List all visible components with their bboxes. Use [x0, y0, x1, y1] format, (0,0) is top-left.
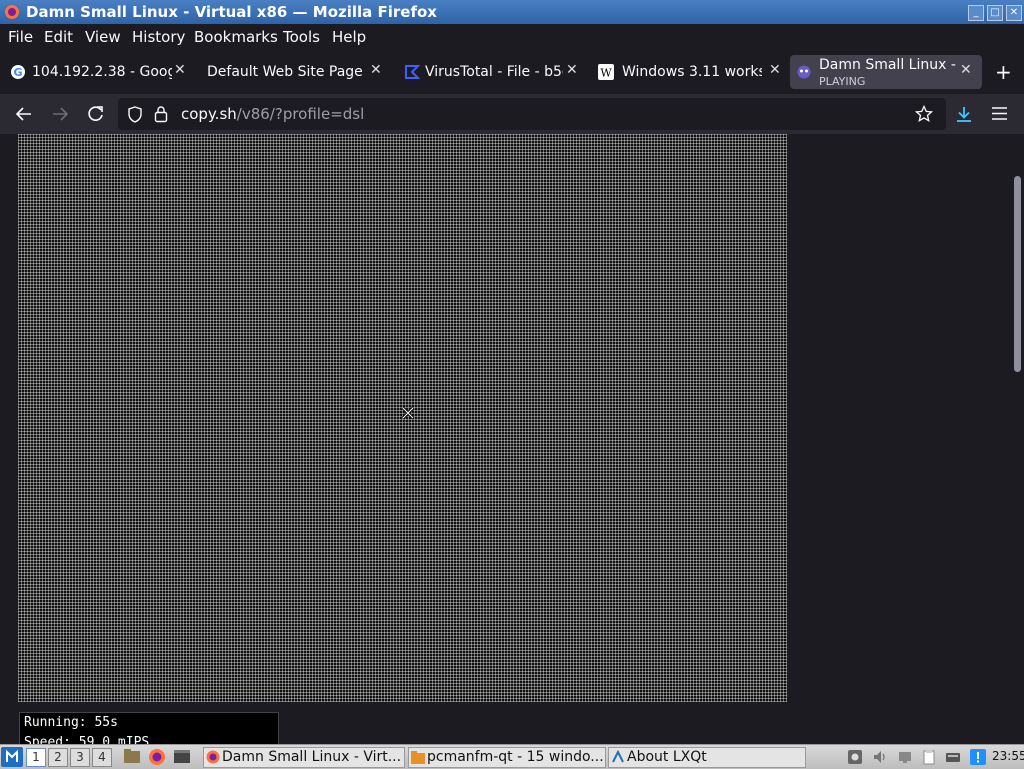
task-label: About LXQt — [627, 749, 707, 765]
mouse-cursor-icon — [402, 407, 414, 419]
virustotal-icon — [405, 65, 420, 79]
tab-damn-small-linux[interactable]: Damn Small Linux - V PLAYING ✕ — [790, 55, 982, 89]
minimize-button[interactable]: _ — [968, 5, 984, 21]
wikipedia-icon: W — [598, 64, 614, 80]
window-titlebar: Damn Small Linux - Virtual x86 — Mozilla… — [0, 0, 1024, 24]
url-path: /v86/?profile=dsl — [236, 105, 365, 123]
bookmark-star-icon[interactable] — [915, 105, 933, 123]
page-content: Running: 55s Speed: 59.0 mIPS — [0, 134, 1024, 754]
task-pcmanfm[interactable]: pcmanfm-qt - 15 windo... — [408, 747, 606, 768]
firefox-icon — [206, 750, 220, 764]
firefox-launcher-icon[interactable] — [148, 748, 166, 766]
task-about-lxqt[interactable]: About LXQt — [608, 747, 806, 768]
tab-virustotal[interactable]: VirusTotal - File - b5e ✕ — [398, 55, 584, 89]
close-tab-icon[interactable]: ✕ — [566, 62, 578, 78]
taskbar: 1 2 3 4 Damn Small Linux - Virt... pcman… — [0, 744, 1024, 769]
screenshot-tray-icon[interactable] — [847, 749, 863, 765]
lxqt-icon — [612, 750, 624, 763]
v86-icon — [797, 65, 811, 79]
status-running: Running: 55s — [24, 715, 118, 730]
hamburger-menu-icon[interactable] — [991, 106, 1008, 121]
tab-playing-label: PLAYING — [819, 75, 866, 88]
menu-tools[interactable]: Tools — [283, 28, 320, 46]
url-text[interactable]: copy.sh/v86/?profile=dsl — [181, 105, 364, 123]
clipboard-icon[interactable] — [921, 749, 937, 765]
network-icon[interactable] — [897, 749, 913, 765]
menu-bar: File Edit View History Bookmarks Tools H… — [0, 24, 1024, 50]
tab-label: Default Web Site Page — [207, 64, 363, 80]
firefox-icon — [5, 5, 19, 19]
svg-text:W: W — [600, 67, 612, 80]
tab-label: 104.192.2.38 - Googl — [32, 64, 172, 80]
page-scrollbar[interactable] — [1012, 134, 1024, 744]
desktop-3-button[interactable]: 3 — [70, 748, 90, 767]
update-notification-icon[interactable] — [970, 749, 986, 765]
new-tab-button[interactable]: + — [995, 60, 1012, 84]
nav-toolbar: copy.sh/v86/?profile=dsl — [0, 94, 1024, 134]
menu-view[interactable]: View — [85, 28, 121, 46]
tab-bar: G 104.192.2.38 - Googl ✕ Default Web Sit… — [0, 50, 1024, 94]
volume-icon[interactable] — [872, 749, 888, 765]
tab-label: VirusTotal - File - b5e — [425, 64, 563, 80]
tab-label: Damn Small Linux - V — [819, 57, 959, 73]
lock-icon[interactable] — [154, 105, 168, 123]
tab-default-web-site[interactable]: Default Web Site Page ✕ — [194, 55, 390, 89]
reload-icon[interactable] — [87, 105, 105, 123]
menu-help[interactable]: Help — [332, 28, 366, 46]
terminal-launcher-icon[interactable] — [173, 748, 191, 765]
keyboard-icon[interactable] — [945, 749, 961, 765]
close-tab-icon[interactable]: ✕ — [370, 62, 382, 78]
menu-file[interactable]: File — [8, 28, 33, 46]
back-icon[interactable] — [15, 106, 33, 122]
task-firefox[interactable]: Damn Small Linux - Virt... — [203, 747, 405, 768]
emulator-screen[interactable] — [18, 134, 787, 702]
url-bar[interactable]: copy.sh/v86/?profile=dsl — [118, 98, 946, 130]
task-label: Damn Small Linux - Virt... — [222, 749, 402, 765]
file-manager-launcher-icon[interactable] — [123, 748, 141, 765]
desktop-2-button[interactable]: 2 — [48, 748, 68, 767]
close-tab-icon[interactable]: ✕ — [769, 62, 781, 78]
menu-history[interactable]: History — [132, 28, 185, 46]
folder-icon — [411, 751, 425, 764]
url-host: copy.sh — [181, 105, 237, 123]
shield-icon[interactable] — [127, 106, 143, 123]
menu-bookmarks[interactable]: Bookmarks — [194, 28, 278, 46]
tab-wikipedia[interactable]: W Windows 3.11 works ✕ — [594, 55, 788, 89]
tab-google[interactable]: G 104.192.2.38 - Googl ✕ — [4, 55, 190, 89]
start-menu-icon[interactable] — [1, 747, 23, 767]
desktop-1-button[interactable]: 1 — [26, 748, 46, 767]
forward-icon[interactable] — [51, 106, 69, 122]
close-tab-icon[interactable]: ✕ — [960, 62, 972, 78]
menu-edit[interactable]: Edit — [44, 28, 73, 46]
task-label: pcmanfm-qt - 15 windo... — [427, 749, 604, 765]
close-tab-icon[interactable]: ✕ — [174, 62, 186, 78]
window-title: Damn Small Linux - Virtual x86 — Mozilla… — [26, 3, 437, 21]
maximize-button[interactable]: □ — [987, 5, 1003, 21]
close-window-button[interactable]: ✕ — [1006, 5, 1022, 21]
google-icon: G — [11, 65, 25, 79]
svg-text:G: G — [13, 66, 22, 79]
desktop-4-button[interactable]: 4 — [92, 748, 112, 767]
tab-label: Windows 3.11 works — [622, 64, 762, 80]
scrollbar-thumb[interactable] — [1014, 176, 1021, 372]
taskbar-clock[interactable]: 23:55 — [992, 749, 1024, 763]
download-icon[interactable] — [955, 105, 973, 123]
